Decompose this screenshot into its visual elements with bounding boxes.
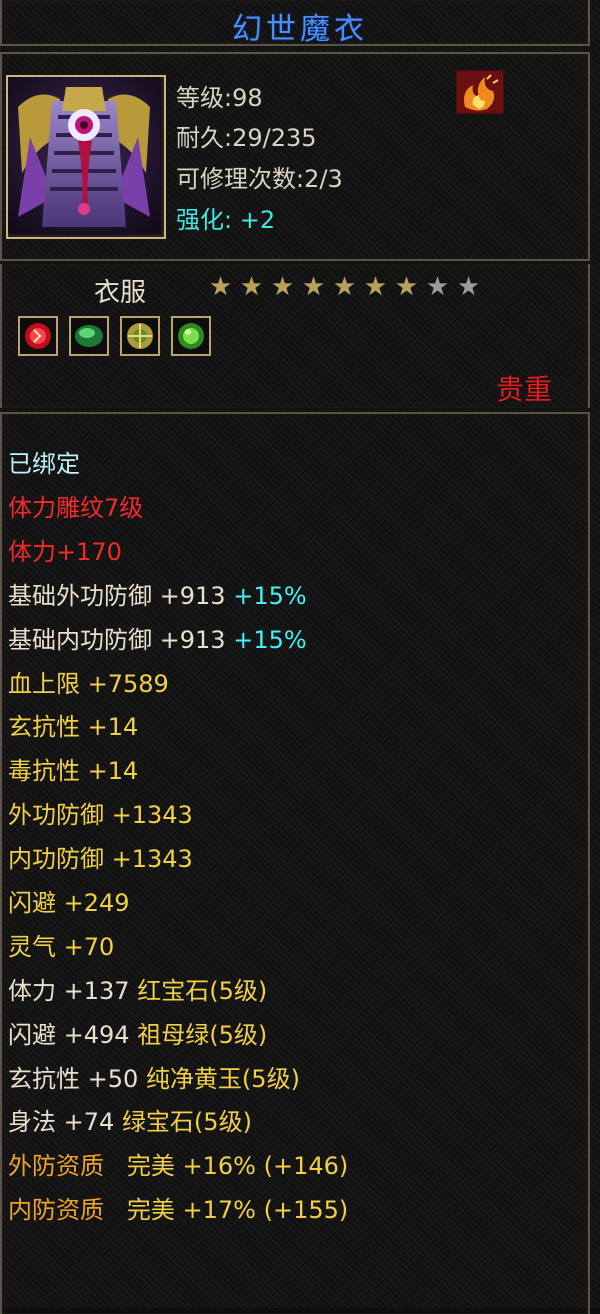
- quality-grade: 完美: [126, 1152, 175, 1180]
- gem-bonus-line: 身法 +74 绿宝石(5级): [8, 1102, 252, 1137]
- star-rating: ★ ★ ★ ★ ★ ★ ★ ★ ★: [205, 272, 484, 302]
- star-filled-icon: ★: [208, 272, 233, 302]
- poison-res-line: 毒抗性 +14: [8, 751, 138, 786]
- star-empty-icon: ★: [425, 272, 450, 302]
- attr-label: 玄抗性: [8, 1065, 80, 1093]
- engrave-bonus-line: 体力+170: [8, 538, 122, 566]
- attr-label: 体力: [8, 977, 56, 1005]
- quality-grade: 完美: [126, 1196, 175, 1224]
- enhance-value: +2: [239, 206, 276, 234]
- yellow-jade-icon[interactable]: [120, 316, 161, 356]
- gem-name: 绿宝石(5级): [121, 1108, 252, 1136]
- attr-label: 内功防御: [8, 845, 104, 873]
- gem-bonus-line: 体力 +137 红宝石(5级): [8, 971, 267, 1006]
- quality-bonus: (+146): [263, 1152, 349, 1180]
- ext-def-line: 外功防御 +1343: [8, 795, 193, 830]
- attr-label: 毒抗性: [8, 757, 80, 785]
- spirit-line: 灵气 +70: [8, 927, 114, 962]
- attr-label: 基础内功防御: [8, 626, 152, 654]
- star-filled-icon: ★: [239, 272, 264, 302]
- attr-label: 外功防御: [8, 801, 104, 829]
- attr-value: +7589: [87, 670, 169, 698]
- int-def-line: 内功防御 +1343: [8, 839, 193, 874]
- gem-name: 祖母绿(5级): [137, 1021, 268, 1049]
- star-filled-icon: ★: [394, 272, 419, 302]
- ext-quality-line: 外防资质 完美 +16% (+146): [8, 1146, 348, 1181]
- star-filled-icon: ★: [332, 272, 357, 302]
- red-gem-icon[interactable]: [18, 316, 58, 356]
- attr-label: 闪避: [8, 889, 56, 917]
- attr-percent: +15%: [233, 582, 307, 610]
- attr-label: 血上限: [8, 670, 80, 698]
- star-empty-icon: ★: [456, 272, 481, 302]
- quality-percent: +16%: [182, 1152, 256, 1180]
- item-repair-count: 可修理次数:2/3: [176, 165, 343, 193]
- attr-label: 基础外功防御: [8, 582, 152, 610]
- base-int-def-line: 基础内功防御 +913 +15%: [8, 620, 307, 655]
- attr-value: +137: [63, 977, 130, 1005]
- attr-value: +74: [63, 1108, 115, 1136]
- attr-label: 玄抗性: [8, 713, 80, 741]
- attr-value: +14: [87, 757, 139, 785]
- star-filled-icon: ★: [270, 272, 295, 302]
- quality-label: 内防资质: [8, 1196, 104, 1224]
- rarity-label: 贵重: [495, 373, 552, 406]
- quality-percent: +17%: [182, 1196, 256, 1224]
- attr-percent: +15%: [233, 626, 307, 654]
- attr-value: +913: [159, 582, 226, 610]
- gem-bonus-line: 闪避 +494 祖母绿(5级): [8, 1015, 267, 1050]
- enhance-label: 强化:: [176, 206, 233, 234]
- gem-name: 红宝石(5级): [137, 977, 268, 1005]
- attr-label: 身法: [8, 1108, 56, 1136]
- item-durability: 耐久:29/235: [176, 124, 317, 152]
- attr-label: 灵气: [8, 933, 56, 961]
- item-enhance: 强化: +2: [176, 200, 275, 235]
- item-level: 等级:98: [176, 84, 263, 112]
- engrave-line: 体力雕纹7级: [8, 494, 144, 522]
- quality-label: 外防资质: [8, 1152, 104, 1180]
- attr-value: +1343: [111, 801, 193, 829]
- star-filled-icon: ★: [363, 272, 388, 302]
- green-jade-icon[interactable]: [69, 316, 110, 356]
- attr-value: +70: [63, 933, 115, 961]
- bind-status: 已绑定: [8, 450, 80, 478]
- attr-value: +1343: [111, 845, 193, 873]
- dodge-line: 闪避 +249: [8, 883, 130, 918]
- int-quality-line: 内防资质 完美 +17% (+155): [8, 1190, 348, 1225]
- attr-value: +913: [159, 626, 226, 654]
- gem-name: 纯净黄玉(5级): [145, 1065, 300, 1093]
- item-tooltip: 幻世魔衣 等级:98 耐久:29/235 可修理次数:2/3 强化: +2 衣服…: [0, 0, 600, 1314]
- item-portrait: [6, 75, 166, 239]
- gem-bonus-line: 玄抗性 +50 纯净黄玉(5级): [8, 1059, 300, 1094]
- attr-value: +14: [87, 713, 139, 741]
- gem-slots: [18, 316, 217, 358]
- xuan-res-line: 玄抗性 +14: [8, 707, 138, 742]
- hp-line: 血上限 +7589: [8, 664, 169, 699]
- flame-set-icon: [456, 70, 504, 114]
- attr-value: +494: [63, 1021, 130, 1049]
- item-type: 衣服: [94, 278, 147, 308]
- armor-robe-icon: [8, 77, 160, 233]
- attr-value: +50: [87, 1065, 139, 1093]
- emerald-icon[interactable]: [171, 316, 212, 356]
- quality-bonus: (+155): [263, 1196, 349, 1224]
- star-filled-icon: ★: [301, 272, 326, 302]
- item-name: 幻世魔衣: [232, 12, 368, 47]
- attr-label: 闪避: [8, 1021, 56, 1049]
- attr-value: +249: [63, 889, 130, 917]
- base-ext-def-line: 基础外功防御 +913 +15%: [8, 576, 307, 611]
